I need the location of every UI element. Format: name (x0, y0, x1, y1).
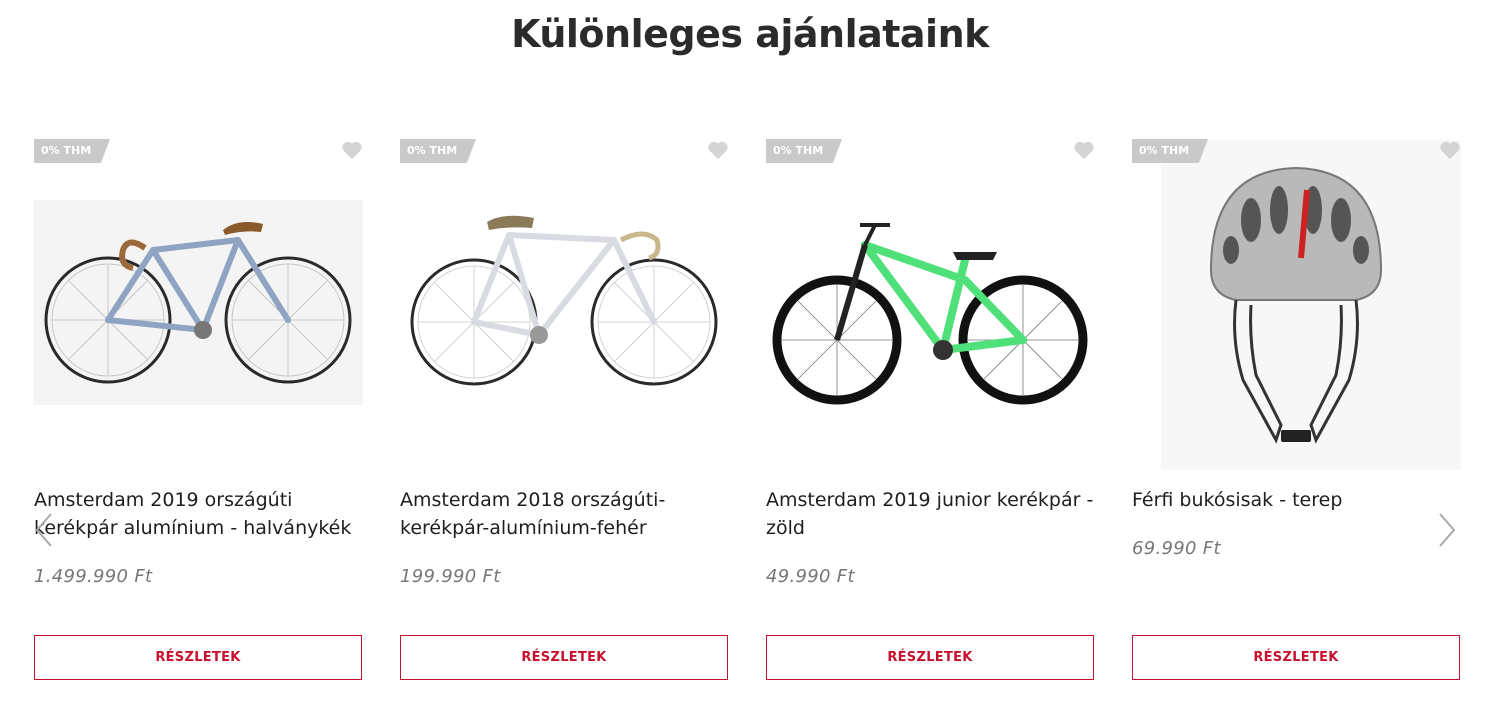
product-name[interactable]: Amsterdam 2019 junior kerékpár - zöld (766, 486, 1096, 542)
product-name[interactable]: Amsterdam 2018 országúti-kerékpár-alumín… (400, 486, 730, 542)
product-image[interactable] (33, 140, 363, 470)
helmet-image (1161, 140, 1461, 470)
heart-icon[interactable] (341, 140, 363, 160)
product-price: 69.990 Ft (1132, 538, 1221, 559)
chevron-left-icon[interactable] (33, 510, 55, 550)
product-card: 0% THM (765, 130, 1095, 690)
product-image[interactable] (399, 140, 729, 470)
chevron-right-icon[interactable] (1436, 510, 1458, 550)
road-bike-image (410, 215, 718, 386)
product-price: 199.990 Ft (400, 566, 501, 587)
product-card: 0% THM (33, 130, 363, 690)
product-image[interactable] (1131, 140, 1461, 470)
product-image[interactable] (765, 140, 1095, 470)
heart-icon[interactable] (1439, 140, 1461, 160)
road-bike-image (33, 200, 363, 405)
details-button[interactable]: RÉSZLETEK (34, 635, 362, 680)
product-price: 1.499.990 Ft (34, 566, 153, 587)
product-name[interactable]: Férfi bukósisak - terep (1132, 486, 1462, 514)
thm-badge: 0% THM (766, 139, 842, 163)
product-carousel: 0% THM Amsterdam 2019 országúti kerékpár… (0, 130, 1500, 690)
thm-badge: 0% THM (400, 139, 476, 163)
product-price: 49.990 Ft (766, 566, 855, 587)
product-card: 0% THM Férfi bukósisak - terep 69.990 Ft… (1131, 130, 1461, 690)
heart-icon[interactable] (1073, 140, 1095, 160)
section-title: Különleges ajánlataink (511, 12, 989, 56)
mountain-bike-image (772, 223, 1088, 405)
thm-badge: 0% THM (34, 139, 110, 163)
details-button[interactable]: RÉSZLETEK (1132, 635, 1460, 680)
product-name[interactable]: Amsterdam 2019 országúti kerékpár alumín… (34, 486, 364, 542)
details-button[interactable]: RÉSZLETEK (400, 635, 728, 680)
product-card: 0% THM (399, 130, 729, 690)
thm-badge: 0% THM (1132, 139, 1208, 163)
details-button[interactable]: RÉSZLETEK (766, 635, 1094, 680)
heart-icon[interactable] (707, 140, 729, 160)
